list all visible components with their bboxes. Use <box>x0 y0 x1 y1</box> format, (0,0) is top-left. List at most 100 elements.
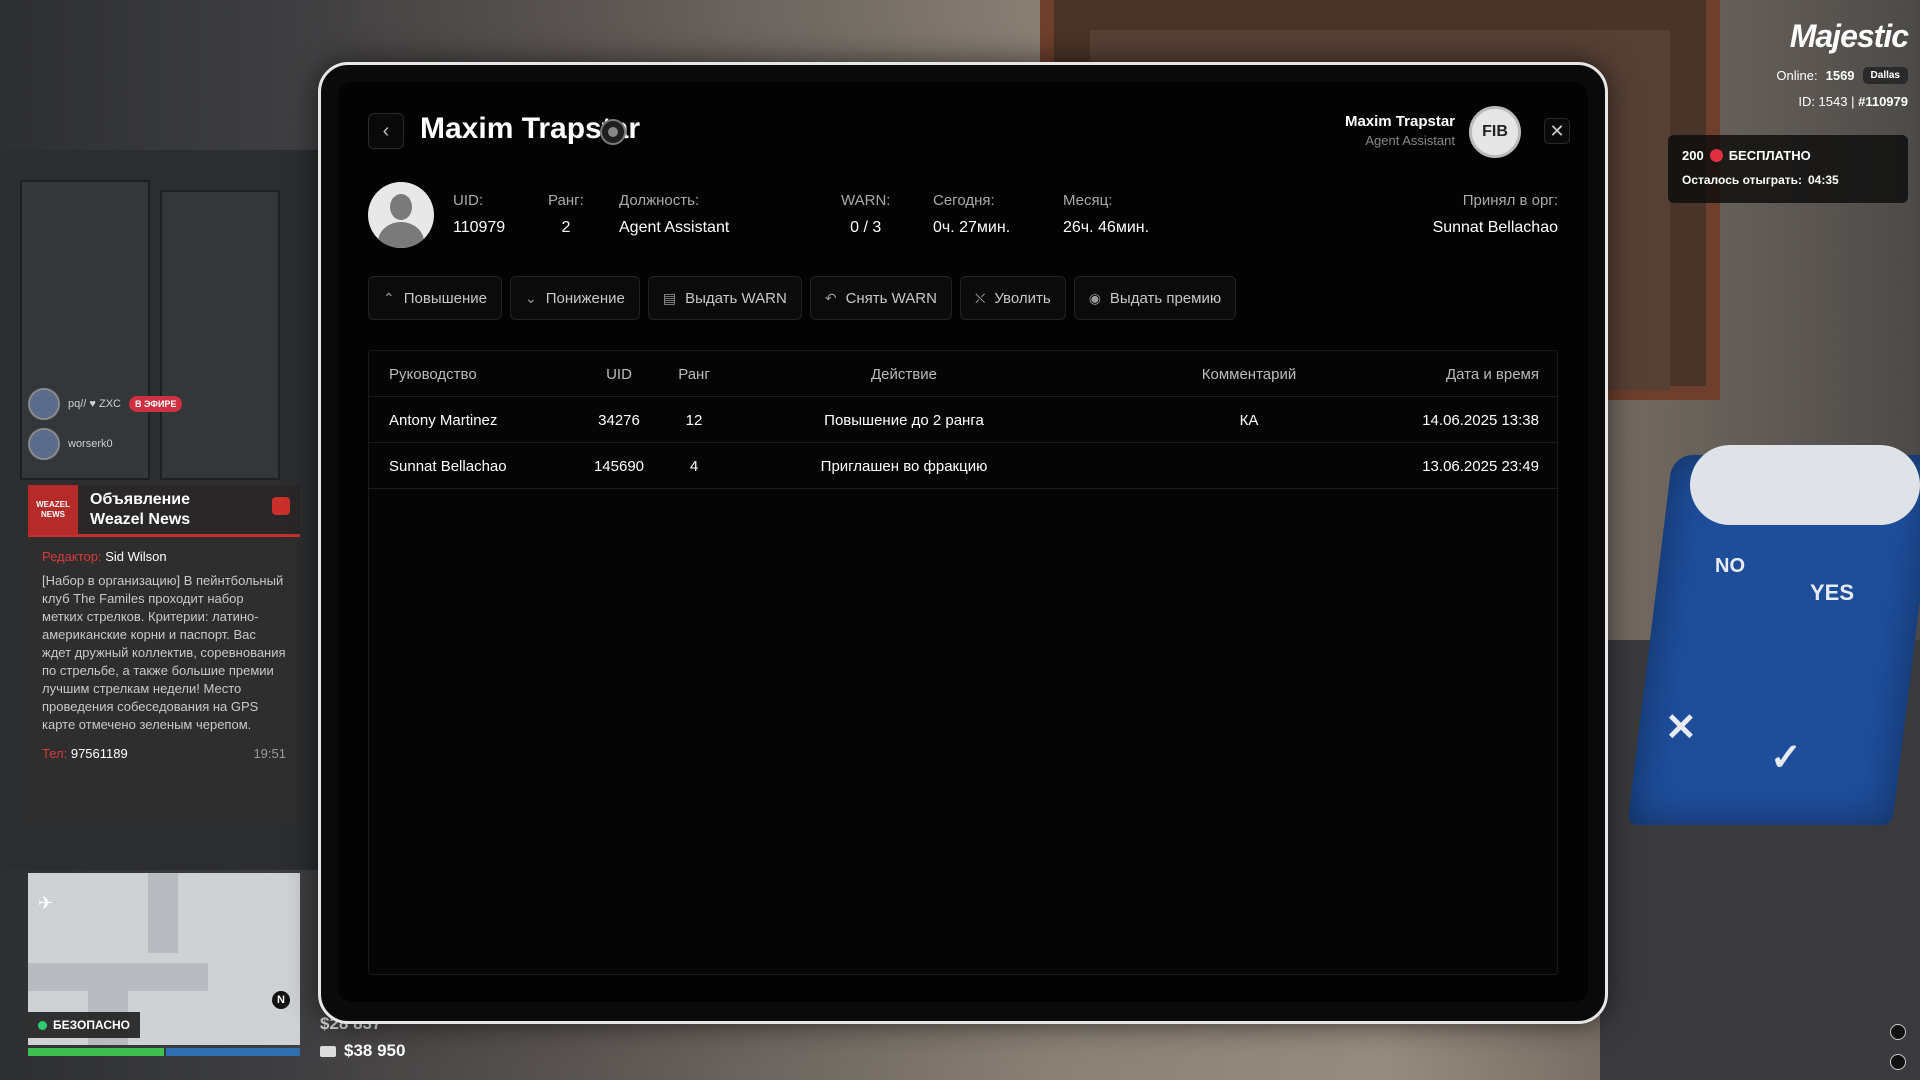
voice-speaker: pq// ♥ ZXC В ЭФИРЕ <box>28 388 183 420</box>
remove-warn-button-label: Снять WARN <box>845 289 937 307</box>
info-uid: UID: 110979 <box>453 192 505 237</box>
bin-cross-mark: ✕ <box>1665 707 1697 749</box>
info-post-label: Должность: <box>619 192 700 209</box>
player-id-label: ID: 1543 | <box>1798 94 1855 109</box>
chevron-left-icon: ‹ <box>382 119 390 142</box>
online-counter: Online: 1569 Dallas <box>1776 67 1908 84</box>
news-phone: Тел: 97561189 19:51 <box>28 738 300 769</box>
fib-logo: FIB <box>1469 106 1521 158</box>
info-rank-label: Ранг: <box>548 192 584 209</box>
safe-dot-icon <box>38 1020 47 1030</box>
coin-icon: ◉ <box>1088 289 1101 306</box>
microphone-icon <box>1890 1024 1906 1040</box>
safe-zone-indicator: БЕЗОПАСНО <box>28 1012 140 1038</box>
info-month-value: 26ч. 46мин. <box>1063 219 1150 236</box>
close-icon: ✕ <box>1549 120 1565 141</box>
news-editor-label: Редактор: <box>42 549 102 564</box>
bonus-remaining-label: Осталось отыграть: <box>1682 173 1802 187</box>
viewer-role: Agent Assistant <box>1365 133 1455 148</box>
news-title-line2: Weazel News <box>90 510 191 528</box>
fire-button[interactable]: ⛌ Уволить <box>959 276 1066 320</box>
info-accepted-label: Принял в орг: <box>1462 192 1558 209</box>
settings-icon <box>1890 1054 1906 1070</box>
col-header-comment: Комментарий <box>1201 365 1297 383</box>
fire-button-label: Уволить <box>994 289 1051 307</box>
server-badge: Dallas <box>1862 67 1908 84</box>
news-editor-name: Sid Wilson <box>105 549 167 564</box>
cell-datetime: 14.06.2025 13:38 <box>1422 411 1539 429</box>
north-indicator: N <box>272 991 290 1009</box>
promote-button[interactable]: ⌃ Повышение <box>368 276 502 320</box>
news-title: Объявление Weazel News <box>90 490 190 530</box>
bonus-amount: 200 <box>1682 148 1704 163</box>
table-row[interactable]: Antony Martinez 34276 12 Повышение до 2 … <box>369 397 1557 443</box>
col-header-rank: Ранг <box>678 365 710 383</box>
info-post: Должность: Agent Assistant <box>619 192 729 237</box>
news-announcement: WEAZEL NEWS Объявление Weazel News Редак… <box>28 484 300 825</box>
bin-label-no: NO <box>1715 555 1745 577</box>
online-value: 1569 <box>1825 68 1855 83</box>
cell-action: Приглашен во фракцию <box>820 457 988 475</box>
warn-doc-icon: ▤ <box>662 289 677 306</box>
news-time: 19:51 <box>253 746 286 761</box>
health-bar <box>28 1048 164 1056</box>
back-button[interactable]: ‹ <box>368 113 404 149</box>
map-road <box>28 963 208 991</box>
info-rank-value: 2 <box>561 219 571 236</box>
bonus-remaining-value: 04:35 <box>1808 173 1839 187</box>
action-toolbar: ⌃ Повышение ⌄ Понижение ▤ Выдать WARN ↶ … <box>368 276 1237 320</box>
info-post-value: Agent Assistant <box>619 219 730 236</box>
info-uid-value: 110979 <box>453 219 506 236</box>
bonus-label: БЕСПЛАТНО <box>1728 148 1811 163</box>
undo-icon: ↶ <box>824 289 837 306</box>
promote-button-label: Повышение <box>403 289 487 307</box>
card-icon <box>320 1045 336 1057</box>
cell-leader: Antony Martinez <box>389 411 498 429</box>
remove-warn-button[interactable]: ↶ Снять WARN <box>809 276 952 320</box>
info-uid-label: UID: <box>453 192 483 209</box>
info-warn: WARN: 0 / 3 <box>841 192 890 237</box>
user-icon[interactable] <box>600 119 626 145</box>
bin-check-mark: ✓ <box>1770 737 1802 779</box>
demote-button-label: Понижение <box>545 289 625 307</box>
info-today-label: Сегодня: <box>933 192 995 209</box>
cell-uid: 145690 <box>593 457 645 475</box>
table-row[interactable]: Sunnat Bellachao 145690 4 Приглашен во ф… <box>369 443 1557 489</box>
close-button[interactable]: ✕ <box>1544 118 1570 144</box>
live-badge: В ЭФИРЕ <box>129 396 183 412</box>
online-label: Online: <box>1776 68 1818 83</box>
demote-button[interactable]: ⌄ Понижение <box>510 276 640 320</box>
give-warn-button[interactable]: ▤ Выдать WARN <box>647 276 802 320</box>
col-header-action: Действие <box>871 365 937 383</box>
background-locker <box>160 190 280 480</box>
info-month: Месяц: 26ч. 46мин. <box>1063 192 1149 237</box>
info-warn-value: 0 / 3 <box>850 219 882 236</box>
player-id: ID: 1543 | #110979 <box>1798 94 1908 109</box>
give-bonus-button[interactable]: ◉ Выдать премию <box>1073 276 1237 320</box>
map-road <box>148 873 178 953</box>
bank-balance: $38 950 <box>320 1041 405 1061</box>
member-profile-screen: ‹ Maxim Trapstar Maxim Trapstar Agent As… <box>338 82 1588 1002</box>
phone-icon[interactable] <box>272 497 290 515</box>
info-today-value: 0ч. 27мин. <box>933 219 1011 236</box>
news-header: WEAZEL NEWS Объявление Weazel News <box>28 484 300 537</box>
speaker-avatar <box>28 388 60 420</box>
armor-bar <box>166 1048 300 1056</box>
cell-datetime: 13.06.2025 23:49 <box>1422 457 1539 475</box>
cell-leader: Sunnat Bellachao <box>389 457 507 475</box>
cell-comment <box>1149 443 1349 489</box>
chevron-down-icon: ⌄ <box>525 289 537 306</box>
recycling-bin-lid <box>1690 445 1920 525</box>
game-logo: Majestic <box>1789 18 1909 54</box>
viewer-name: Maxim Trapstar <box>1344 113 1455 130</box>
member-avatar <box>368 182 434 248</box>
news-tel-label: Тел: <box>42 746 68 761</box>
news-body: [Набор в организацию] В пейнтбольный клу… <box>42 573 286 732</box>
viewer-identity: Maxim Trapstar Agent Assistant <box>1345 113 1455 148</box>
cell-action: Повышение до 2 ранга <box>824 411 984 429</box>
info-rank: Ранг: 2 <box>548 192 584 237</box>
table-header-row: Руководство UID Ранг Действие Комментари… <box>369 351 1557 397</box>
chevron-up-icon: ⌃ <box>383 289 395 306</box>
info-today: Сегодня: 0ч. 27мин. <box>933 192 1010 237</box>
voice-speaker: worserk0 <box>28 428 113 460</box>
